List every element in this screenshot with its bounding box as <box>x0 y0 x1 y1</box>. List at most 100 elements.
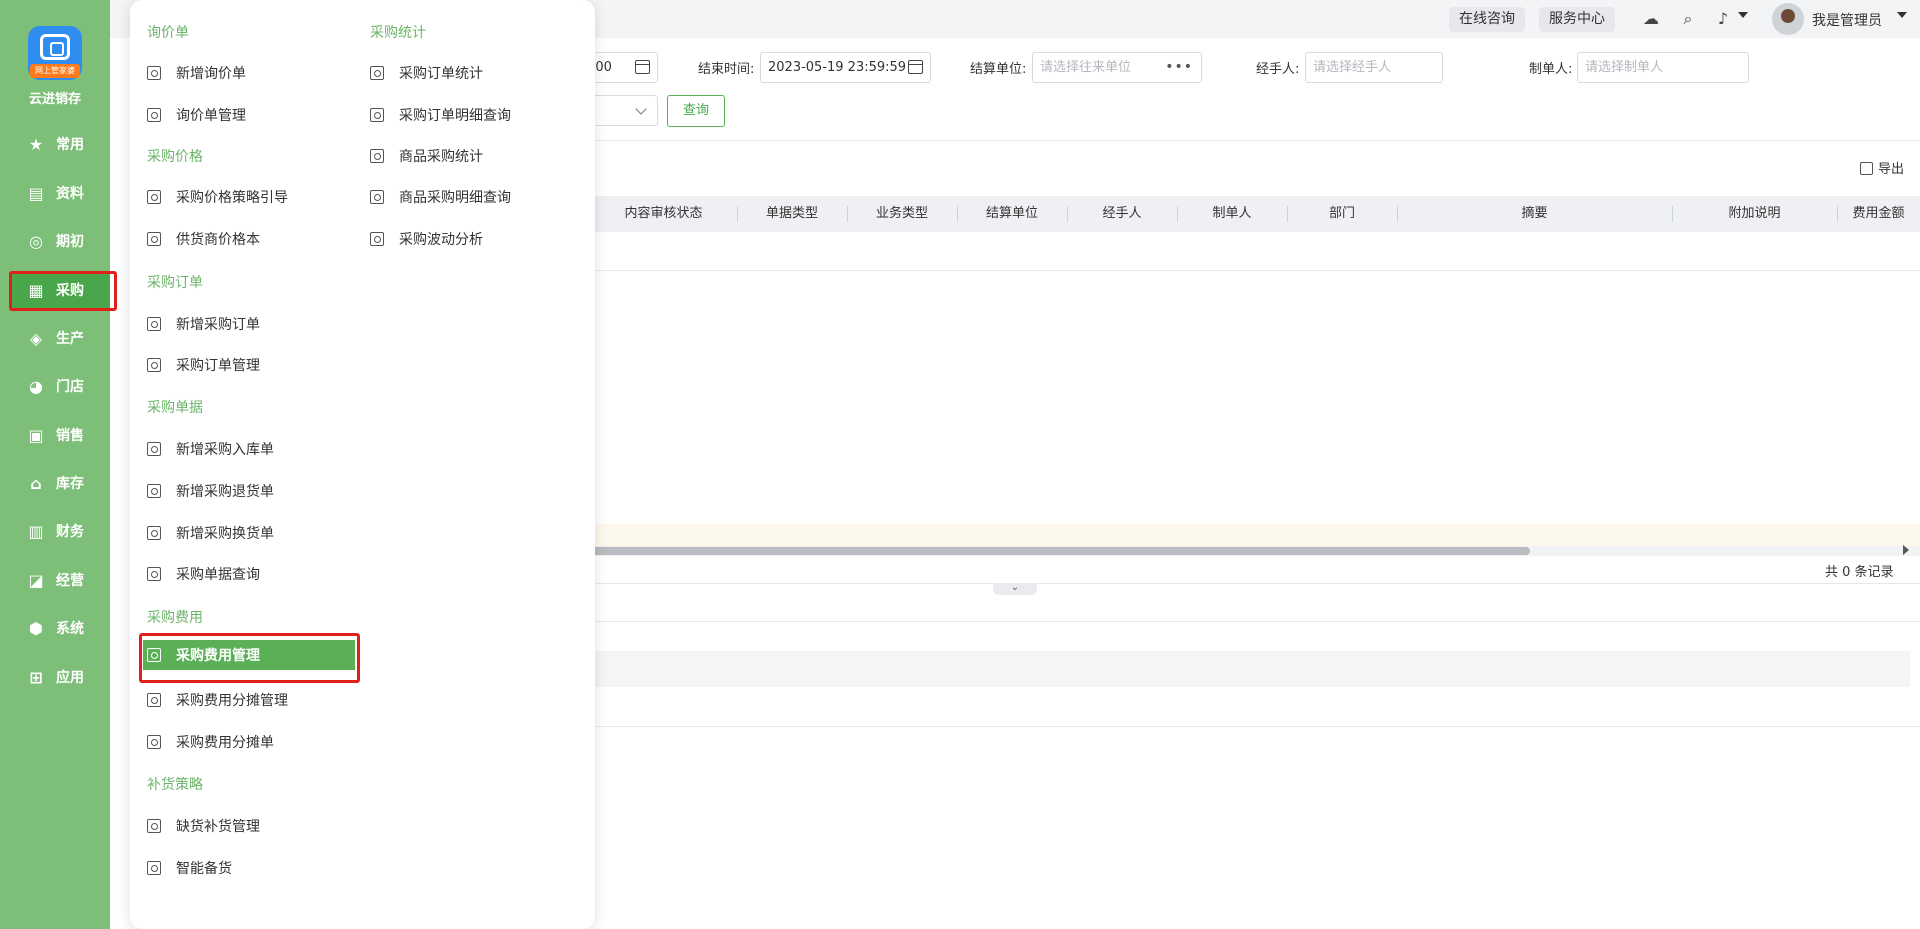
menu-item-expense-allocation-manage[interactable]: 采购费用分摊管理 <box>147 685 288 715</box>
detail-table-header <box>590 651 1910 687</box>
start-time-field[interactable]: :00 <box>590 52 658 83</box>
allocation-manage-icon <box>147 693 161 707</box>
query-button[interactable]: 查询 <box>667 95 725 127</box>
menu-item-label: 新增采购订单 <box>176 317 260 333</box>
nav-item-store[interactable]: ◕ 门店 <box>10 367 110 405</box>
nav-label: 期初 <box>56 234 84 250</box>
calendar-icon[interactable] <box>908 60 923 74</box>
column-header[interactable]: 结算单位 <box>957 196 1067 232</box>
nav-item-production[interactable]: ◈ 生产 <box>10 319 110 357</box>
column-header[interactable]: 内容审核状态 <box>590 196 737 232</box>
scrollbar-thumb[interactable] <box>590 547 1530 555</box>
menu-item-new-inquiry[interactable]: 新增询价单 <box>147 58 246 88</box>
settle-unit-placeholder: 请选择往来单位 <box>1040 60 1132 75</box>
divider <box>590 621 1920 622</box>
app-logo: 网上管家婆 <box>28 26 82 80</box>
maker-field[interactable]: 请选择制单人 <box>1577 52 1749 83</box>
nav-item-apps[interactable]: ⊞ 应用 <box>10 658 110 696</box>
column-header[interactable]: 业务类型 <box>847 196 957 232</box>
menu-item-supplier-pricebook[interactable]: 供货商价格本 <box>147 224 260 254</box>
pie-icon: ◕ <box>29 376 43 396</box>
nav-label: 资料 <box>56 186 84 202</box>
highlight-box-menu <box>139 633 360 683</box>
type-select[interactable] <box>590 95 658 126</box>
bell-icon[interactable]: ♪ <box>1713 9 1733 29</box>
horizontal-scrollbar[interactable] <box>590 546 1920 556</box>
menu-item-order-detail-query[interactable]: 采购订单明细查询 <box>370 100 511 130</box>
admin-name[interactable]: 我是管理员 <box>1812 10 1882 30</box>
nav-label: 应用 <box>56 670 84 686</box>
handler-label: 经手人: <box>1256 62 1300 77</box>
handler-field[interactable]: 请选择经手人 <box>1305 52 1443 83</box>
column-header[interactable]: 摘要 <box>1397 196 1672 232</box>
menu-item-label: 新增询价单 <box>176 66 246 82</box>
service-center-button[interactable]: 服务中心 <box>1539 7 1615 32</box>
cloud-download-icon[interactable]: ☁ <box>1641 9 1661 29</box>
more-dots-icon[interactable]: ••• <box>1165 53 1193 82</box>
left-sidebar: 网上管家婆 云进销存 ★ 常用 ▤ 资料 ◎ 期初 ▦ 采购 ◈ 生产 ◕ 门店 ▣ 销售 ⌂… <box>0 0 110 929</box>
nav-item-operations[interactable]: ◪ 经营 <box>10 561 110 599</box>
chart-icon: ◪ <box>28 570 44 590</box>
nav-item-inventory[interactable]: ⌂ 库存 <box>10 464 110 502</box>
nav-item-finance[interactable]: ▥ 财务 <box>10 512 110 550</box>
column-header[interactable]: 单据类型 <box>737 196 847 232</box>
export-button[interactable]: 导出 <box>1860 158 1904 177</box>
nav-label: 财务 <box>56 524 84 540</box>
menu-item-new-order[interactable]: 新增采购订单 <box>147 309 260 339</box>
menu-item-label: 采购费用分摊管理 <box>176 693 288 709</box>
menu-item-product-stats[interactable]: 商品采购统计 <box>370 141 483 171</box>
allocation-doc-icon <box>147 735 161 749</box>
online-consult-button[interactable]: 在线咨询 <box>1449 7 1525 32</box>
purchase-mega-menu: 询价单 新增询价单 询价单管理 采购价格 采购价格策略引导 供货商价格本 采购订… <box>130 0 595 929</box>
nav-item-data[interactable]: ▤ 资料 <box>10 174 110 212</box>
menu-item-order-manage[interactable]: 采购订单管理 <box>147 350 260 380</box>
end-time-label: 结束时间: <box>698 62 755 77</box>
nav-item-opening[interactable]: ◎ 期初 <box>10 222 110 260</box>
column-header[interactable]: 费用金额 <box>1837 196 1920 232</box>
column-header[interactable]: 部门 <box>1287 196 1397 232</box>
logo-badge: 网上管家婆 <box>30 64 80 78</box>
menu-item-fluctuation-analysis[interactable]: 采购波动分析 <box>370 224 483 254</box>
pricebook-icon <box>147 232 161 246</box>
settle-unit-label: 结算单位: <box>970 62 1027 77</box>
calendar-icon[interactable] <box>635 60 650 74</box>
search-icon[interactable]: ⌕ <box>1678 9 1698 29</box>
end-time-field[interactable]: 2023-05-19 23:59:59 <box>760 52 931 83</box>
replenish-icon <box>147 819 161 833</box>
plus-icon: ⊞ <box>29 667 43 687</box>
menu-item-label: 采购订单统计 <box>399 66 483 82</box>
settle-unit-field[interactable]: 请选择往来单位 ••• <box>1032 52 1202 83</box>
menu-item-product-detail-query[interactable]: 商品采购明细查询 <box>370 182 511 212</box>
menu-item-price-strategy[interactable]: 采购价格策略引导 <box>147 182 288 212</box>
maker-label: 制单人: <box>1529 62 1573 77</box>
menu-item-document-query[interactable]: 采购单据查询 <box>147 559 260 589</box>
column-header[interactable]: 附加说明 <box>1672 196 1837 232</box>
nav-item-system[interactable]: ⬢ 系统 <box>10 609 110 647</box>
menu-item-label: 新增采购换货单 <box>176 526 274 542</box>
scroll-right-arrow-icon[interactable] <box>1903 545 1909 555</box>
menu-item-expense-allocation-doc[interactable]: 采购费用分摊单 <box>147 727 274 757</box>
column-header[interactable]: 经手人 <box>1067 196 1177 232</box>
production-icon: ◈ <box>29 328 43 348</box>
menu-item-order-stats[interactable]: 采购订单统计 <box>370 58 483 88</box>
menu-item-label: 采购波动分析 <box>399 232 483 248</box>
column-header[interactable]: 制单人 <box>1177 196 1287 232</box>
nav-item-sales[interactable]: ▣ 销售 <box>10 416 110 454</box>
divider <box>590 583 1920 584</box>
fluctuation-icon <box>370 232 384 246</box>
menu-item-inquiry-manage[interactable]: 询价单管理 <box>147 100 246 130</box>
nav-item-common[interactable]: ★ 常用 <box>10 125 110 163</box>
menu-item-new-stock-in[interactable]: 新增采购入库单 <box>147 434 274 464</box>
user-dropdown-caret-icon[interactable] <box>1897 12 1907 18</box>
brand-name: 云进销存 <box>28 92 81 107</box>
avatar[interactable] <box>1772 3 1804 35</box>
highlight-box-nav <box>9 271 117 311</box>
target-icon: ◎ <box>29 231 43 251</box>
record-count: 共 0 条记录 <box>1825 565 1894 580</box>
bell-dropdown-caret-icon[interactable] <box>1738 12 1748 18</box>
menu-item-shortage-replenish[interactable]: 缺货补货管理 <box>147 811 260 841</box>
menu-item-new-return[interactable]: 新增采购退货单 <box>147 476 274 506</box>
collapse-toggle-icon[interactable]: ⌄ <box>993 583 1037 595</box>
menu-item-smart-stocking[interactable]: 智能备货 <box>147 853 232 883</box>
menu-item-new-exchange[interactable]: 新增采购换货单 <box>147 518 274 548</box>
